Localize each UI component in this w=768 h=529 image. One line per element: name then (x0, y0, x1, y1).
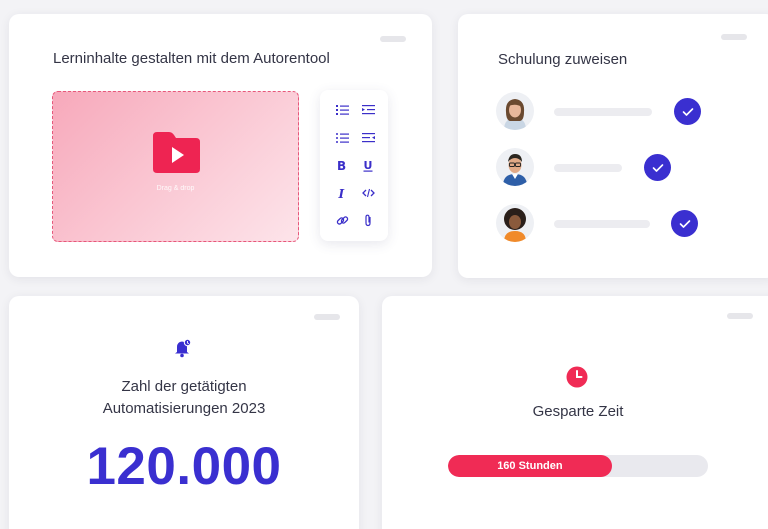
assign-card-title: Schulung zuweisen (498, 51, 628, 68)
video-folder-icon (153, 132, 200, 173)
dropzone-label: Drag & drop (156, 185, 195, 192)
editor-toolbar: B U I (320, 90, 388, 241)
bold-icon[interactable]: B (334, 157, 350, 173)
card-handle (727, 313, 753, 319)
placeholder-bar (554, 164, 622, 172)
card-handle (721, 34, 747, 40)
svg-text:B: B (337, 159, 346, 171)
author-tool-card: Lerninhalte gestalten mit dem Autorentoo… (9, 14, 432, 277)
svg-text:I: I (338, 187, 345, 199)
automation-label: Zahl der getätigten Automatisierungen 20… (9, 376, 359, 420)
outdent-icon[interactable] (360, 130, 376, 146)
indent-icon[interactable] (360, 102, 376, 118)
assign-row[interactable] (496, 148, 716, 188)
saved-time-progress: 160 Stunden (448, 455, 708, 477)
assign-row[interactable] (496, 204, 716, 244)
svg-text:U: U (364, 159, 373, 172)
assign-row[interactable] (496, 92, 716, 132)
automation-count: 120.000 (86, 437, 282, 496)
woman-avatar (496, 92, 534, 130)
clock-icon (566, 366, 588, 388)
check-icon[interactable] (674, 98, 701, 125)
ordered-list-icon[interactable] (334, 102, 350, 118)
assign-training-card: Schulung zuweisen (458, 14, 768, 278)
automation-stat-card: Zahl der getätigten Automatisierungen 20… (9, 296, 359, 529)
attachment-icon[interactable] (360, 212, 376, 228)
underline-icon[interactable]: U (360, 157, 376, 173)
check-icon[interactable] (671, 210, 698, 237)
code-icon[interactable] (360, 185, 376, 201)
link-icon[interactable] (334, 212, 350, 228)
woman-curly-avatar (496, 204, 534, 242)
check-icon[interactable] (644, 154, 671, 181)
man-glasses-avatar (496, 148, 534, 186)
saved-time-card: Gesparte Zeit 160 Stunden (382, 296, 768, 529)
italic-icon[interactable]: I (334, 185, 350, 201)
author-card-title: Lerninhalte gestalten mit dem Autorentoo… (53, 50, 330, 67)
automation-label-line1: Zahl der getätigten (121, 378, 247, 395)
progress-label: 160 Stunden (497, 460, 563, 472)
drag-drop-zone[interactable]: Drag & drop (52, 91, 299, 242)
card-handle (380, 36, 406, 42)
automation-label-line2: Automatisierungen 2023 (102, 400, 266, 417)
saved-time-title: Gesparte Zeit (532, 403, 624, 420)
bell-icon (175, 338, 192, 358)
bullet-list-icon[interactable] (334, 130, 350, 146)
placeholder-bar (554, 108, 652, 116)
card-handle (314, 314, 340, 320)
placeholder-bar (554, 220, 650, 228)
